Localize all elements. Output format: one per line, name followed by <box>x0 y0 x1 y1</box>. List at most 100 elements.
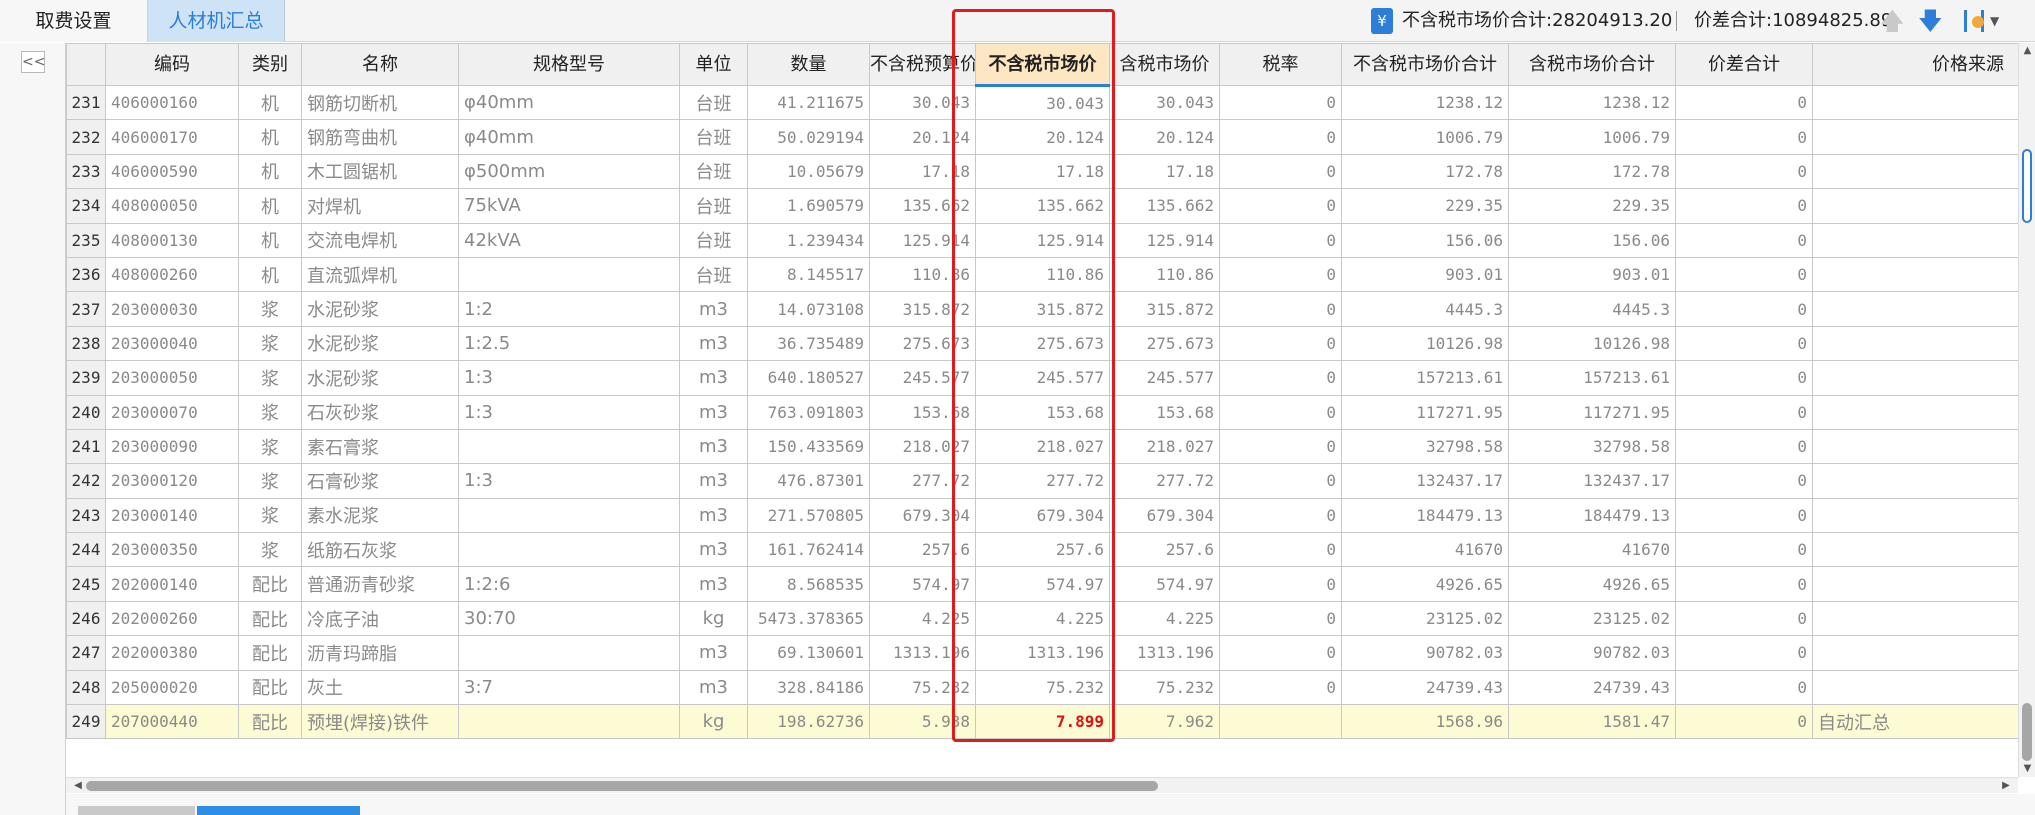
cell-market-price-inc-tax[interactable]: 275.673 <box>1109 325 1220 362</box>
cell-price-source[interactable] <box>1812 188 2018 224</box>
cell-name[interactable]: 普通沥青砂浆 <box>301 566 459 602</box>
cell-price-diff-total[interactable]: 0 <box>1675 188 1813 224</box>
tab-resource-summary[interactable]: 人材机汇总 <box>148 0 285 42</box>
cell-spec-model[interactable]: φ500mm <box>458 153 680 190</box>
cell-row-number[interactable]: 247 <box>66 635 106 671</box>
cell-row-number[interactable]: 232 <box>66 119 106 155</box>
cell-price-diff-total[interactable]: 0 <box>1675 222 1813 258</box>
cell-market-price-inc-tax[interactable]: 75.232 <box>1109 669 1220 706</box>
cell-name[interactable]: 钢筋弯曲机 <box>301 119 459 155</box>
column-header-code[interactable]: 编码 <box>105 43 239 86</box>
cell-spec-model[interactable]: 1:3 <box>458 463 680 499</box>
cell-spec-model[interactable] <box>458 704 680 740</box>
cell-quantity[interactable]: 41.211675 <box>747 84 870 121</box>
cell-name[interactable]: 预埋(焊接)铁件 <box>301 704 459 740</box>
cell-quantity[interactable]: 328.84186 <box>747 669 870 706</box>
cell-market-price-inc-tax[interactable]: 110.86 <box>1109 256 1220 293</box>
cell-name[interactable]: 沥青玛蹄脂 <box>301 635 459 671</box>
cell-market-price-ex-tax[interactable]: 135.662 <box>975 188 1110 224</box>
cell-price-diff-total[interactable]: 0 <box>1675 394 1813 430</box>
cell-tax-rate[interactable]: 0 <box>1219 188 1342 224</box>
cell-market-total-ex-tax[interactable]: 4445.3 <box>1341 291 1509 327</box>
cell-name[interactable]: 直流弧焊机 <box>301 256 459 293</box>
collapse-panel-button[interactable]: << <box>21 51 45 73</box>
bottom-tab-1[interactable] <box>78 806 195 815</box>
cell-category[interactable]: 浆 <box>238 291 302 327</box>
cell-category[interactable]: 机 <box>238 256 302 293</box>
cell-unit[interactable]: m3 <box>679 360 748 396</box>
cell-price-source[interactable] <box>1812 360 2018 396</box>
cell-budget-price-ex-tax[interactable]: 17.18 <box>869 153 976 190</box>
cell-price-diff-total[interactable]: 0 <box>1675 256 1813 293</box>
cell-code[interactable]: 203000090 <box>105 428 239 465</box>
cell-name[interactable]: 纸筋石灰浆 <box>301 532 459 568</box>
cell-quantity[interactable]: 476.87301 <box>747 463 870 499</box>
cell-name[interactable]: 对焊机 <box>301 188 459 224</box>
table-row[interactable]: 237 203000030 浆水泥砂浆 1:2 m3 14.073108 315.872 31… <box>66 291 2018 327</box>
cell-price-source[interactable] <box>1812 291 2018 327</box>
cell-category[interactable]: 机 <box>238 188 302 224</box>
column-header-price-source[interactable]: 价格来源 <box>1812 43 2018 86</box>
cell-tax-rate[interactable]: 0 <box>1219 566 1342 602</box>
cell-quantity[interactable]: 1.690579 <box>747 188 870 224</box>
cell-tax-rate[interactable]: 0 <box>1219 325 1342 362</box>
cell-unit[interactable]: 台班 <box>679 188 748 224</box>
cell-market-price-inc-tax[interactable]: 153.68 <box>1109 394 1220 430</box>
cell-spec-model[interactable]: 42kVA <box>458 222 680 258</box>
cell-spec-model[interactable]: 75kVA <box>458 188 680 224</box>
cell-category[interactable]: 浆 <box>238 360 302 396</box>
cell-price-diff-total[interactable]: 0 <box>1675 497 1813 534</box>
cell-budget-price-ex-tax[interactable]: 5.938 <box>869 704 976 740</box>
cell-price-diff-total[interactable]: 0 <box>1675 635 1813 671</box>
cell-price-source[interactable] <box>1812 669 2018 706</box>
cell-market-total-ex-tax[interactable]: 156.06 <box>1341 222 1509 258</box>
cell-name[interactable]: 交流电焊机 <box>301 222 459 258</box>
cell-market-price-inc-tax[interactable]: 7.962 <box>1109 704 1220 740</box>
cell-price-source[interactable] <box>1812 222 2018 258</box>
table-row[interactable]: 233 406000590 机木工圆锯机 φ500mm 台班 10.05679 17.18 1… <box>66 153 2018 190</box>
cell-spec-model[interactable] <box>458 635 680 671</box>
cell-name[interactable]: 石膏砂浆 <box>301 463 459 499</box>
cell-price-source[interactable] <box>1812 566 2018 602</box>
cell-quantity[interactable]: 640.180527 <box>747 360 870 396</box>
table-row[interactable]: 244 203000350 浆纸筋石灰浆 m3 161.762414 257.6 257.6… <box>66 532 2018 568</box>
cell-code[interactable]: 408000260 <box>105 256 239 293</box>
cell-market-total-ex-tax[interactable]: 184479.13 <box>1341 497 1509 534</box>
table-row[interactable]: 242 203000120 浆石膏砂浆 1:3 m3 476.87301 277.72 277… <box>66 463 2018 499</box>
cell-quantity[interactable]: 150.433569 <box>747 428 870 465</box>
column-header-tax-rate[interactable]: 税率 <box>1219 43 1342 86</box>
cell-market-price-ex-tax[interactable]: 75.232 <box>975 669 1110 706</box>
cell-market-total-inc-tax[interactable]: 117271.95 <box>1508 394 1676 430</box>
tab-fee-settings[interactable]: 取费设置 <box>0 0 148 42</box>
cell-code[interactable]: 202000380 <box>105 635 239 671</box>
cell-budget-price-ex-tax[interactable]: 218.027 <box>869 428 976 465</box>
cell-market-price-ex-tax[interactable]: 218.027 <box>975 428 1110 465</box>
scroll-left-icon[interactable]: ◀ <box>70 778 86 794</box>
cell-market-total-inc-tax[interactable]: 229.35 <box>1508 188 1676 224</box>
column-header-market-total-inc-tax[interactable]: 含税市场价合计 <box>1508 43 1676 86</box>
cell-quantity[interactable]: 14.073108 <box>747 291 870 327</box>
table-row[interactable]: 232 406000170 机钢筋弯曲机 φ40mm 台班 50.029194 20.124… <box>66 119 2018 155</box>
cell-price-source[interactable] <box>1812 119 2018 155</box>
vertical-scrollbar[interactable]: ▲ ▼ <box>2018 43 2035 777</box>
cell-category[interactable]: 配比 <box>238 669 302 706</box>
table-row[interactable]: 248 205000020 配比 灰土 3:7 m3 328.84186 75.232 75.2… <box>66 669 2018 706</box>
column-header-unit[interactable]: 单位 <box>679 43 748 86</box>
cell-quantity[interactable]: 50.029194 <box>747 119 870 155</box>
cell-price-source[interactable] <box>1812 153 2018 190</box>
cell-budget-price-ex-tax[interactable]: 110.86 <box>869 256 976 293</box>
cell-quantity[interactable]: 1.239434 <box>747 222 870 258</box>
table-row[interactable]: 235 408000130 机交流电焊机 42kVA 台班 1.239434 125.914… <box>66 222 2018 258</box>
cell-quantity[interactable]: 161.762414 <box>747 532 870 568</box>
cell-budget-price-ex-tax[interactable]: 574.97 <box>869 566 976 602</box>
cell-budget-price-ex-tax[interactable]: 315.872 <box>869 291 976 327</box>
cell-market-price-inc-tax[interactable]: 17.18 <box>1109 153 1220 190</box>
cell-tax-rate[interactable]: 0 <box>1219 222 1342 258</box>
cell-market-total-inc-tax[interactable]: 903.01 <box>1508 256 1676 293</box>
cell-market-total-inc-tax[interactable]: 157213.61 <box>1508 360 1676 396</box>
cell-market-price-inc-tax[interactable]: 4.225 <box>1109 600 1220 637</box>
table-row[interactable]: 236 408000260 机直流弧焊机 台班 8.145517 110.86 110.86… <box>66 256 2018 293</box>
cell-market-total-ex-tax[interactable]: 1006.79 <box>1341 119 1509 155</box>
cell-market-price-inc-tax[interactable]: 574.97 <box>1109 566 1220 602</box>
cell-unit[interactable]: m3 <box>679 394 748 430</box>
